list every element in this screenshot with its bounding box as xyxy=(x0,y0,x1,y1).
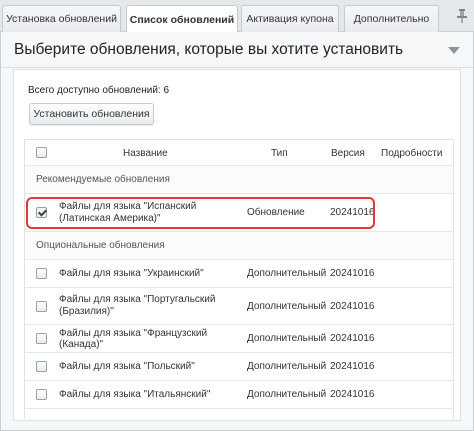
table-row[interactable]: Файлы для языка "Португальский (Бразилия… xyxy=(25,288,453,325)
tab-updates-list[interactable]: Список обновлений xyxy=(126,5,238,33)
updates-panel: Выберите обновления, которые вы хотите у… xyxy=(0,32,474,431)
tab-coupon-activation[interactable]: Активация купона xyxy=(241,5,339,32)
tab-install-updates[interactable]: Установка обновлений xyxy=(2,5,121,32)
panel-header: Выберите обновления, которые вы хотите у… xyxy=(1,32,473,68)
update-type: Дополнительный xyxy=(247,268,327,279)
update-name: Файлы для языка "Итальянский" xyxy=(59,389,211,400)
row-checkbox[interactable] xyxy=(36,389,47,400)
column-header-version: Версия xyxy=(331,147,365,159)
updates-table: Название Тип Версия Подробности Рекоменд… xyxy=(24,139,454,419)
row-checkbox[interactable] xyxy=(36,268,47,279)
table-header: Название Тип Версия Подробности xyxy=(25,140,453,166)
page-title: Выберите обновления, которые вы хотите у… xyxy=(14,40,404,58)
install-updates-button[interactable]: Установить обновления xyxy=(29,103,154,125)
section-optional: Опциональные обновления xyxy=(25,232,453,260)
row-checkbox[interactable] xyxy=(36,333,47,344)
table-row[interactable]: Файлы для языка "Украинский" Дополнитель… xyxy=(25,260,453,288)
update-type: Дополнительный xyxy=(247,333,327,344)
column-header-type: Тип xyxy=(271,147,288,159)
update-type: Дополнительный xyxy=(247,361,327,372)
update-version: 20241016 xyxy=(330,361,375,372)
update-version: 20241016 xyxy=(330,333,375,344)
tab-additional[interactable]: Дополнительно xyxy=(344,5,439,32)
update-type: Дополнительный xyxy=(247,300,327,312)
table-row[interactable]: Файлы для языка "Французский (Канада)" Д… xyxy=(25,325,453,353)
update-version: 20241016 xyxy=(330,389,375,400)
tab-label: Список обновлений xyxy=(129,13,235,26)
row-checkbox[interactable] xyxy=(36,361,47,372)
update-type: Дополнительный xyxy=(247,389,327,400)
row-checkbox[interactable] xyxy=(36,301,47,312)
update-version: 20241016 xyxy=(330,207,375,218)
collapse-arrow-icon[interactable] xyxy=(448,47,460,54)
select-all-checkbox[interactable] xyxy=(36,147,47,158)
update-name: Файлы для языка "Французский (Канада)" xyxy=(59,327,208,350)
table-row[interactable]: Файлы для языка "Польский" Дополнительны… xyxy=(25,353,453,381)
table-row[interactable]: Файлы для языка "Испанский (Латинская Ам… xyxy=(25,194,453,232)
row-checkbox[interactable] xyxy=(36,207,47,218)
update-version: 20241016 xyxy=(330,300,375,312)
update-name: Файлы для языка "Украинский" xyxy=(59,268,204,279)
updates-content: Всего доступно обновлений: 6 Установить … xyxy=(13,69,461,421)
update-name: Файлы для языка "Португальский (Бразилия… xyxy=(59,294,216,317)
column-header-name: Название xyxy=(123,147,168,159)
pin-icon[interactable] xyxy=(456,9,468,23)
update-name: Файлы для языка "Польский" xyxy=(59,361,195,372)
update-name: Файлы для языка "Испанский (Латинская Ам… xyxy=(59,200,197,224)
tab-label: Установка обновлений xyxy=(6,13,117,25)
update-type: Обновление xyxy=(247,207,305,218)
section-recommended: Рекомендуемые обновления xyxy=(25,166,453,194)
tab-label: Активация купона xyxy=(246,13,334,25)
total-updates-count: Всего доступно обновлений: 6 xyxy=(28,85,170,96)
table-row[interactable]: Файлы для языка "Итальянский" Дополнител… xyxy=(25,381,453,409)
tab-bar: Установка обновлений Список обновлений А… xyxy=(0,0,474,33)
column-header-details: Подробности xyxy=(381,147,443,159)
tab-label: Дополнительно xyxy=(353,13,430,25)
update-version: 20241016 xyxy=(330,268,375,279)
